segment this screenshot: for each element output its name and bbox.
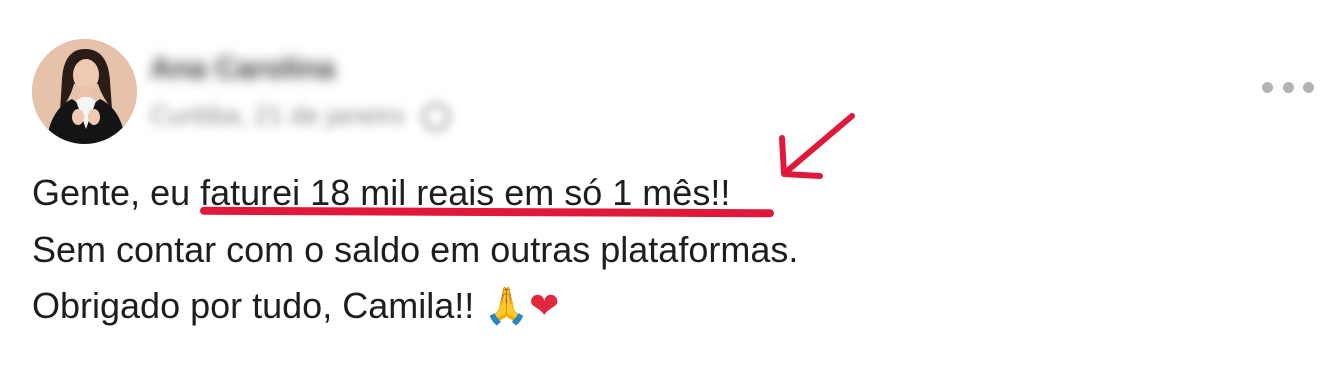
red-heart-icon: ❤ (529, 286, 560, 327)
post-meta: Curitiba, 21 de janeiro (150, 100, 451, 132)
post-text-prefix: Gente, eu (32, 172, 201, 213)
more-dot-icon (1303, 81, 1314, 93)
more-options-button[interactable] (1262, 74, 1314, 100)
social-post: Ana Carolina Curitiba, 21 de janeiro Gen… (0, 0, 1343, 372)
post-location-date: Curitiba, 21 de janeiro (150, 100, 405, 130)
avatar[interactable] (32, 39, 137, 144)
red-underline-annotation (199, 206, 775, 218)
post-text-line-2: Sem contar com o saldo em outras platafo… (32, 229, 799, 270)
post-text-thanks: Obrigado por tudo, Camila!! (32, 285, 485, 326)
author-name[interactable]: Ana Carolina (150, 52, 335, 86)
avatar-image (32, 39, 137, 144)
globe-icon (422, 103, 451, 132)
more-dot-icon (1262, 81, 1273, 93)
praying-hands-icon: 🙏 (484, 286, 530, 327)
more-dot-icon (1282, 81, 1294, 93)
post-text-line-3: Obrigado por tudo, Camila!! 🙏❤ (32, 285, 559, 328)
red-arrow-icon (779, 113, 855, 179)
